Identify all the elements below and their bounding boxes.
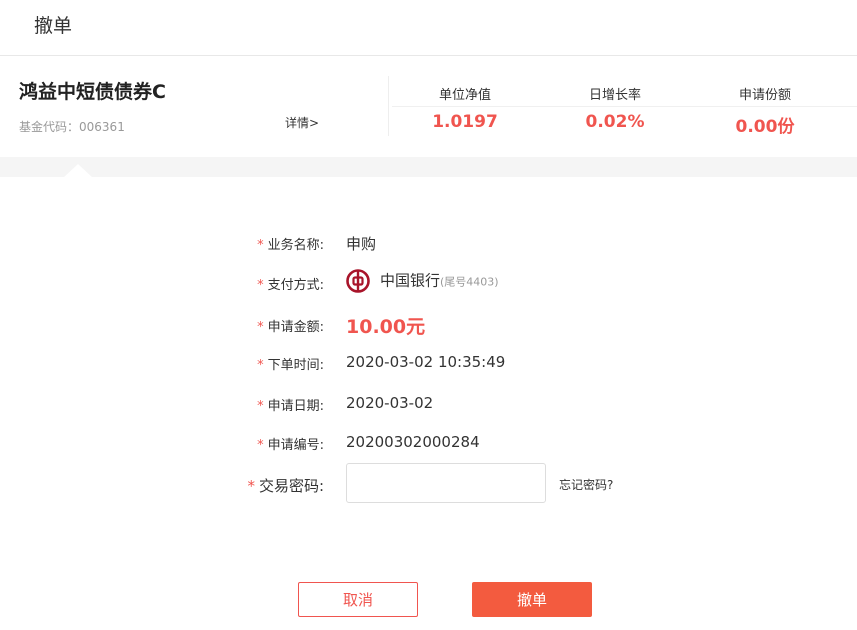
row-order-time: * 下单时间: 2020-03-02 10:35:49: [0, 353, 857, 383]
fund-code-value: 006361: [79, 120, 125, 134]
order-time-value: 2020-03-02 10:35:49: [346, 353, 506, 371]
required-mark: *: [257, 238, 264, 253]
apply-no-value: 20200302000284: [346, 433, 480, 451]
amount-label: * 申请金额:: [257, 316, 324, 335]
password-label: * 交易密码:: [247, 475, 324, 496]
required-mark: *: [257, 278, 264, 293]
row-payment: * 支付方式: 中国银行(尾号4403): [0, 268, 857, 298]
business-label: * 业务名称:: [257, 234, 324, 253]
bank-name: 中国银行: [380, 271, 441, 290]
required-mark: *: [257, 358, 264, 373]
password-label-text: 交易密码:: [258, 477, 324, 495]
payment-label-text: 支付方式:: [267, 278, 324, 293]
stat-shares-label: 申请份额: [738, 88, 791, 103]
bank-of-china-icon: [346, 269, 370, 293]
fund-detail-link[interactable]: 详情>: [285, 114, 319, 131]
password-input[interactable]: [346, 463, 546, 503]
required-mark: *: [257, 438, 264, 453]
fund-code: 基金代码：006361: [19, 118, 125, 135]
business-label-text: 业务名称:: [267, 238, 324, 253]
amount-label-text: 申请金额:: [267, 320, 324, 335]
order-time-label-text: 下单时间:: [267, 358, 324, 373]
order-time-label: * 下单时间:: [257, 354, 324, 373]
fund-name: 鸿益中短债债券C: [19, 81, 166, 103]
row-apply-date: * 申请日期: 2020-03-02: [0, 394, 857, 424]
page-header: 撤单: [0, 0, 857, 56]
stat-growth-label: 日增长率: [588, 88, 641, 103]
apply-no-label-text: 申请编号:: [267, 438, 324, 453]
stat-growth-value: 0.02%: [585, 112, 645, 132]
business-value: 申购: [346, 235, 377, 253]
row-business: * 业务名称: 申购: [0, 233, 857, 263]
apply-no-label: * 申请编号:: [257, 434, 324, 453]
divider: [388, 76, 389, 136]
payment-value: 中国银行(尾号4403): [346, 269, 499, 293]
section-band: [0, 157, 857, 177]
row-amount: * 申请金额: 10.00元: [0, 312, 857, 342]
withdraw-button[interactable]: 撤单: [472, 582, 592, 617]
fund-code-label: 基金代码：: [19, 120, 80, 134]
required-mark: *: [247, 477, 255, 495]
stat-nav-value: 1.0197: [432, 112, 498, 132]
stats-divider: [392, 106, 857, 107]
required-mark: *: [257, 320, 264, 335]
page-title: 撤单: [34, 15, 73, 37]
amount-value: 10.00元: [346, 316, 426, 338]
apply-date-value: 2020-03-02: [346, 394, 434, 412]
apply-date-label-text: 申请日期:: [267, 399, 324, 414]
required-mark: *: [257, 399, 264, 414]
card-tail: (尾号4403): [440, 275, 499, 289]
stat-nav-label: 单位净值: [438, 88, 491, 103]
row-apply-no: * 申请编号: 20200302000284: [0, 433, 857, 463]
stat-shares-value: 0.00份: [735, 117, 795, 137]
cancel-button[interactable]: 取消: [298, 582, 418, 617]
payment-label: * 支付方式:: [257, 274, 324, 293]
apply-date-label: * 申请日期:: [257, 395, 324, 414]
forgot-password-link[interactable]: 忘记密码?: [559, 476, 613, 493]
section-notch: [64, 164, 92, 177]
